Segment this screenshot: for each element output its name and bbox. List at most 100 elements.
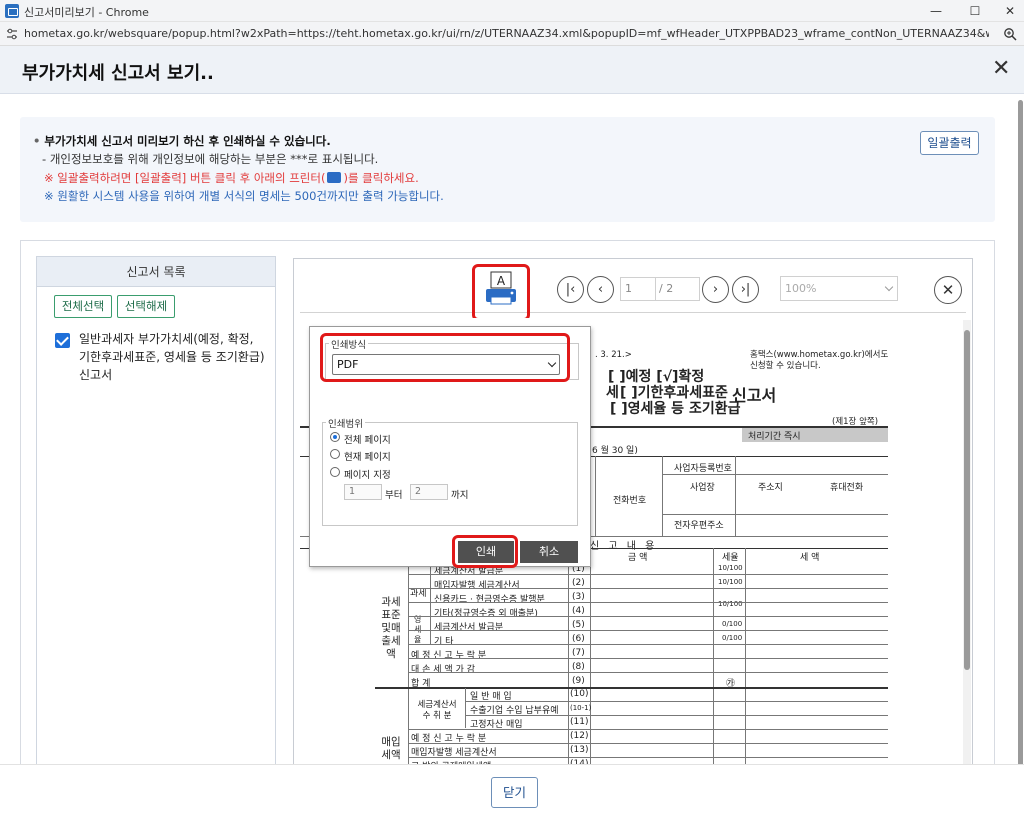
zoom-select[interactable]: 100% xyxy=(780,276,898,301)
doc-biz-reg: 사업자등록번호 xyxy=(674,464,732,474)
doc-row-rate: 10/100 xyxy=(718,564,743,572)
app-icon xyxy=(5,4,19,18)
doc-title-3: [ ]영세율 등 조기환급 xyxy=(610,401,741,417)
doc-row-label: 예 정 신 고 누 락 분 xyxy=(411,651,487,661)
prev-page-button[interactable]: ‹ xyxy=(587,276,614,303)
doc-grid xyxy=(745,548,746,788)
report-item-checkbox[interactable] xyxy=(55,333,70,348)
doc-row-no: (13) xyxy=(570,745,589,755)
doc-grid xyxy=(408,602,888,603)
doc-col-rate: 세율 xyxy=(722,553,739,563)
doc-mobile: 휴대전화 xyxy=(830,483,864,493)
viewer-scrollbar-thumb[interactable] xyxy=(964,330,970,670)
doc-grid xyxy=(408,658,888,659)
doc-grid xyxy=(590,548,591,788)
doc-place: 사업장 xyxy=(690,483,715,493)
page-from-input[interactable]: 1 xyxy=(344,484,382,500)
doc-date-fragment: . 3. 21.> xyxy=(595,350,632,360)
radio-current-page[interactable] xyxy=(330,449,340,459)
doc-title-main: 신고서 xyxy=(732,386,777,405)
doc-sub-tax-invoice: 세금계산서 수 취 분 xyxy=(417,700,457,721)
doc-grid xyxy=(408,574,888,575)
doc-row-label: 기 타 xyxy=(434,637,454,647)
page-to-label: 까지 xyxy=(451,490,469,501)
doc-row-no: (2) xyxy=(572,578,585,588)
maximize-icon[interactable]: ☐ xyxy=(958,2,992,20)
doc-row-label: 매입자발행 세금계산서 xyxy=(434,581,520,591)
doc-grid xyxy=(662,514,888,515)
next-page-button[interactable]: › xyxy=(702,276,729,303)
doc-row-no: (9) xyxy=(572,676,585,686)
last-page-button[interactable]: ›| xyxy=(732,276,759,303)
doc-row-label: 세금계산서 발급분 xyxy=(434,623,504,633)
doc-group-purchase: 매입세액 xyxy=(381,736,401,761)
doc-row-rate: 0/100 xyxy=(722,620,743,628)
doc-grid xyxy=(408,560,409,788)
doc-row-no: (5) xyxy=(572,620,585,630)
close-icon[interactable]: ✕ xyxy=(992,58,1010,80)
print-button-highlight xyxy=(452,535,518,568)
doc-row-rate: 0/100 xyxy=(722,634,743,642)
page-number-input[interactable]: 1 xyxy=(620,277,656,301)
doc-grid xyxy=(408,630,888,631)
cancel-button[interactable]: 취소 xyxy=(520,541,578,563)
notice-line-3: ※ 일괄출력하려면 [일괄출력] 버튼 클릭 후 아래의 프린터()를 클릭하세… xyxy=(44,171,419,185)
doc-row-no: (10-1) xyxy=(570,704,592,712)
doc-row-no: (3) xyxy=(572,592,585,602)
address-bar[interactable]: hometax.go.kr/websquare/popup.html?w2xPa… xyxy=(0,22,1024,46)
doc-phone: 전화번호 xyxy=(613,496,647,506)
doc-grid xyxy=(408,644,888,645)
zoom-icon[interactable] xyxy=(1003,27,1017,41)
doc-grid xyxy=(408,616,888,617)
close-button[interactable]: 닫기 xyxy=(491,777,538,808)
doc-row-no: (8) xyxy=(572,662,585,672)
doc-grid xyxy=(408,588,888,589)
browser-title-bar: 신고서미리보기 - Chrome — ☐ ✕ xyxy=(0,0,1024,22)
radio-all-pages-label: 전체 페이지 xyxy=(344,435,391,446)
notice-line-4: ※ 원활한 시스템 사용을 위하여 개별 서식의 명세는 500건까지만 출력 … xyxy=(44,189,444,203)
print-range-legend: 인쇄범위 xyxy=(326,416,365,430)
page-to-input[interactable]: 2 xyxy=(410,484,448,500)
doc-group-taxable-sales: 과세표준및매출세액 xyxy=(381,596,401,660)
doc-grid xyxy=(408,743,888,744)
radio-page-range[interactable] xyxy=(330,467,340,477)
url-text[interactable]: hometax.go.kr/websquare/popup.html?w2xPa… xyxy=(24,27,989,40)
report-list-title: 신고서 목록 xyxy=(37,257,275,287)
doc-row-no: (10) xyxy=(570,689,589,699)
doc-grid xyxy=(662,456,663,536)
doc-grid xyxy=(465,701,888,702)
page-from-label: 부터 xyxy=(385,490,403,501)
doc-grid xyxy=(408,757,888,758)
notice-line-2: - 개인정보보호를 위해 개인정보에 해당하는 부분은 ***로 표시됩니다. xyxy=(42,152,379,166)
doc-row-rate: 10/100 xyxy=(718,578,743,586)
doc-row-label: 기타(정규영수증 외 매출분) xyxy=(434,609,538,619)
doc-processing: 처리기간 즉시 xyxy=(748,432,801,442)
doc-row-label: 대 손 세 액 가 감 xyxy=(411,665,475,675)
doc-grid xyxy=(408,729,888,730)
radio-all-pages[interactable] xyxy=(330,432,340,442)
doc-period-fragment: 6 월 30 일) xyxy=(592,446,638,456)
report-item-label[interactable]: 일반과세자 부가가치세(예정, 확정, 기한후과세표준, 영세율 등 조기환급)… xyxy=(79,330,267,384)
doc-col-tax: 세 액 xyxy=(800,553,820,563)
doc-row-label: 신용카드 · 현금영수증 발행분 xyxy=(434,595,545,605)
notice-line-1: • 부가가치세 신고서 미리보기 하신 후 인쇄하실 수 있습니다. xyxy=(33,134,331,148)
doc-hometax-note-2: 신청할 수 있습니다. xyxy=(750,361,821,371)
doc-rule xyxy=(375,687,888,689)
doc-row-no: (7) xyxy=(572,648,585,658)
radio-page-range-label: 페이지 지정 xyxy=(344,470,391,481)
select-all-button[interactable]: 전체선택 xyxy=(54,295,112,318)
doc-grid xyxy=(568,560,569,788)
doc-grid xyxy=(735,456,736,536)
popup-header: 부가가치세 신고서 보기.. ✕ xyxy=(0,46,1024,94)
doc-row-no: (12) xyxy=(570,731,589,741)
minimize-icon[interactable]: — xyxy=(919,2,953,20)
print-icon-highlight xyxy=(472,264,530,321)
first-page-button[interactable]: |‹ xyxy=(557,276,584,303)
viewer-close-button[interactable]: ✕ xyxy=(934,276,962,304)
close-window-icon[interactable]: ✕ xyxy=(993,2,1024,20)
printer-inline-icon xyxy=(327,172,342,183)
site-settings-icon[interactable] xyxy=(6,28,18,40)
batch-print-button[interactable]: 일괄출력 xyxy=(920,131,979,155)
page-scrollbar[interactable] xyxy=(1018,100,1023,770)
deselect-button[interactable]: 선택해제 xyxy=(117,295,175,318)
